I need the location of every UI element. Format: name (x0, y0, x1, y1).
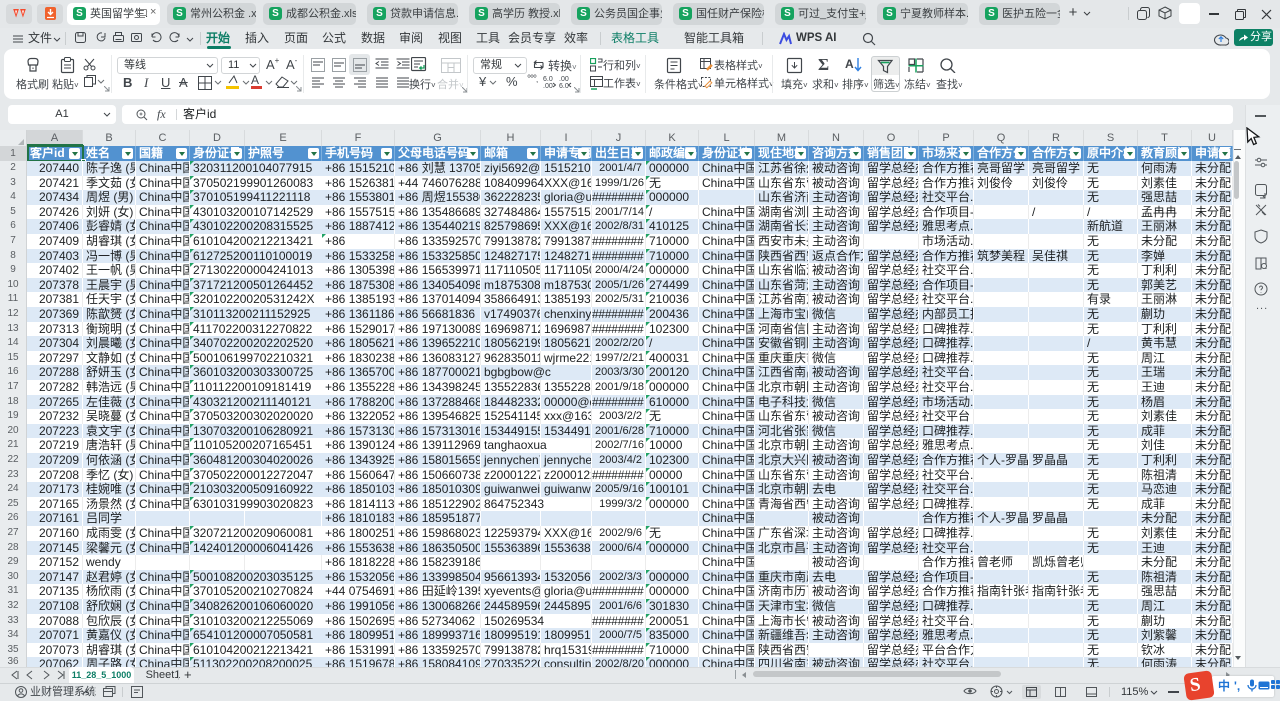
svg-text:6.0: 6.0 (543, 76, 553, 83)
svg-text:.00: .00 (543, 83, 553, 88)
svg-text:6.0: 6.0 (559, 83, 569, 88)
svg-text:.00: .00 (559, 76, 569, 83)
